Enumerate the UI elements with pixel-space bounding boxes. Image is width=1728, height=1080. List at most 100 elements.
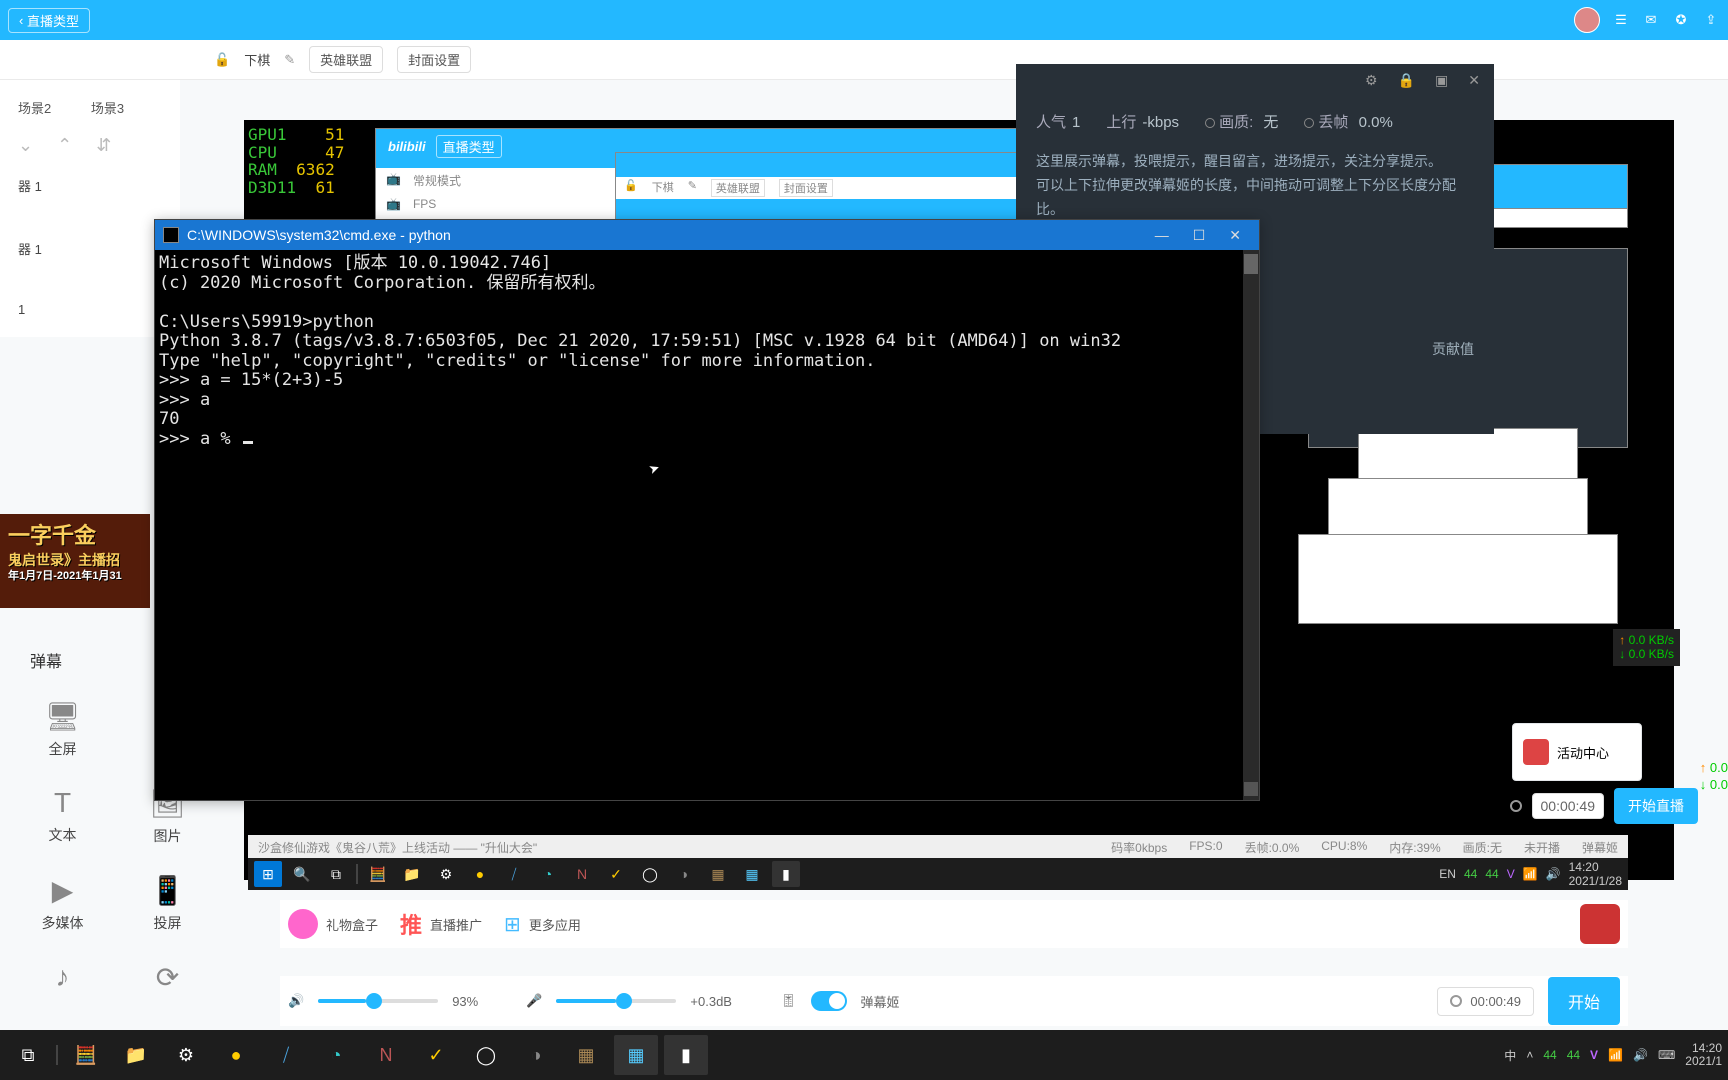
onenote-icon[interactable]: N [364, 1035, 408, 1075]
tab-contribution[interactable]: 贡献值 [1432, 339, 1474, 359]
edge-icon[interactable]: ◔ [314, 1035, 358, 1075]
settings-icon[interactable]: ⚙ [432, 861, 460, 887]
more-apps-button[interactable]: ⊞更多应用 [504, 912, 581, 937]
tab-chess[interactable]: 下棋 [244, 50, 270, 69]
start-stream-button[interactable]: 开始直播 [1614, 788, 1698, 824]
settings-icon[interactable]: ⚙ [164, 1035, 208, 1075]
promo-row: 礼物盒子 推直播推广 ⊞更多应用 [280, 900, 1628, 948]
equalizer-icon[interactable]: 🎚 [780, 993, 797, 1009]
volume-slider[interactable] [318, 999, 438, 1003]
app-icon[interactable]: ◑ [514, 1035, 558, 1075]
explorer-icon[interactable]: 📁 [398, 861, 426, 887]
cmd-icon[interactable]: ▮ [772, 861, 800, 887]
explorer-icon[interactable]: 📁 [114, 1035, 158, 1075]
cmd-body[interactable]: Microsoft Windows [版本 10.0.19042.746] (c… [155, 250, 1259, 493]
bilibili-icon[interactable]: ▦ [614, 1035, 658, 1075]
app-icon[interactable]: ● [466, 861, 494, 887]
timer-value: 00:00:49 [1532, 793, 1605, 819]
avatar[interactable] [1574, 7, 1600, 33]
medal-icon[interactable]: ✪ [1672, 11, 1690, 29]
edge-icon[interactable]: ◔ [534, 861, 562, 887]
scroll-thumb[interactable] [1244, 254, 1258, 274]
windows-start-icon[interactable]: ⊞ [254, 861, 282, 887]
vscode-icon[interactable]: ⧸ [500, 861, 528, 887]
hero-league-button[interactable]: 英雄联盟 [309, 46, 383, 73]
menu-icon[interactable]: ☰ [1612, 11, 1630, 29]
chevron-up-icon[interactable]: ˄ [1526, 1048, 1533, 1062]
share-icon[interactable]: ⇪ [1702, 11, 1720, 29]
stream-type-button[interactable]: ‹ 直播类型 [8, 8, 90, 33]
activity-center[interactable]: 活动中心 [1512, 723, 1642, 781]
calculator-icon[interactable]: 🧮 [364, 861, 392, 887]
timer-value: 00:00:49 [1470, 994, 1521, 1009]
cmd-titlebar[interactable]: C:\WINDOWS\system32\cmd.exe - python — ☐… [155, 220, 1259, 250]
refresh-button[interactable]: ⟳ [115, 961, 220, 994]
scene-item[interactable]: 场景2 [0, 90, 69, 125]
volume-icon[interactable]: 🔊 [1633, 1048, 1648, 1062]
lock-icon[interactable]: 🔓 [214, 52, 230, 68]
danmu-toggle[interactable] [811, 991, 847, 1011]
chrome-icon[interactable]: ◯ [636, 861, 664, 887]
text-button[interactable]: T文本 [10, 787, 115, 846]
tool-sort-icon[interactable]: ⇵ [96, 135, 111, 156]
wifi-icon[interactable]: 📶 [1523, 867, 1538, 881]
calculator-icon[interactable]: 🧮 [64, 1035, 108, 1075]
cmd-icon[interactable]: ▮ [664, 1035, 708, 1075]
promo-banner[interactable]: 一字千金 鬼启世录》主播招 年1月7日-2021年1月31 [0, 514, 150, 608]
wifi-icon[interactable]: 📶 [1608, 1048, 1623, 1062]
clock[interactable]: 14:20 2021/1 [1685, 1042, 1722, 1068]
stream-push-button[interactable]: 推直播推广 [400, 908, 482, 940]
ticktick-icon[interactable]: ✓ [414, 1035, 458, 1075]
music-button[interactable]: ♪ [10, 961, 115, 994]
volume-icon[interactable]: 🔊 [1546, 867, 1561, 881]
app-icon[interactable]: ▦ [564, 1035, 608, 1075]
lang-indicator[interactable]: 中 [1504, 1047, 1516, 1064]
tool-up-icon[interactable]: ⌃ [57, 135, 72, 156]
group1[interactable]: 器 1 [0, 166, 180, 205]
app-icon[interactable]: ▦ [704, 861, 732, 887]
onenote-icon[interactable]: N [568, 861, 596, 887]
taskview-icon[interactable]: ⧉ [322, 861, 350, 887]
mail-icon[interactable]: ✉ [1642, 11, 1660, 29]
ticktick-icon[interactable]: ✓ [602, 861, 630, 887]
edit-icon[interactable]: ✎ [284, 52, 295, 68]
fullscreen-button[interactable]: 🖥全屏 [10, 700, 115, 759]
keyboard-icon[interactable]: ⌨ [1658, 1048, 1675, 1062]
vscode-icon[interactable]: ⧸ [264, 1035, 308, 1075]
group1b[interactable]: 器 1 [0, 229, 180, 268]
gear-icon[interactable]: ⚙ [1365, 72, 1378, 89]
start-button[interactable]: 开始 [1548, 977, 1620, 1025]
maximize-icon[interactable]: ▣ [1435, 72, 1448, 89]
scroll-thumb[interactable] [1244, 782, 1258, 796]
app-icon[interactable]: ● [214, 1035, 258, 1075]
music-icon: ♪ [56, 961, 70, 993]
minimize-icon[interactable]: — [1155, 227, 1169, 244]
search-icon[interactable]: 🔍 [288, 861, 316, 887]
bilibili-icon[interactable]: ▦ [738, 861, 766, 887]
maximize-icon[interactable]: ☐ [1193, 227, 1206, 244]
close-icon[interactable]: ✕ [1468, 72, 1480, 89]
promo-square[interactable] [1580, 904, 1620, 944]
clock[interactable]: 14:20 2021/1/28 [1569, 860, 1622, 888]
activity-label: 活动中心 [1557, 743, 1609, 762]
close-icon[interactable]: ✕ [1229, 227, 1241, 244]
gain-slider[interactable] [556, 999, 676, 1003]
lock-icon[interactable]: 🔒 [1398, 72, 1415, 89]
app-icon[interactable]: ◑ [670, 861, 698, 887]
promo-big: 一字千金 [8, 522, 142, 551]
lang-indicator[interactable]: EN [1439, 867, 1456, 881]
gift-box-button[interactable]: 礼物盒子 [288, 909, 378, 939]
scene-item[interactable]: 场景3 [73, 90, 142, 125]
speaker-icon[interactable]: 🔊 [288, 993, 304, 1009]
chrome-icon[interactable]: ◯ [464, 1035, 508, 1075]
taskview-icon[interactable]: ⧉ [6, 1035, 50, 1075]
single1[interactable]: 1 [0, 292, 180, 327]
play-icon: ▶ [52, 874, 74, 907]
cover-settings-button[interactable]: 封面设置 [397, 46, 471, 73]
cast-button[interactable]: 📱投屏 [115, 874, 220, 933]
scrollbar[interactable] [1243, 250, 1259, 800]
cmd-window[interactable]: C:\WINDOWS\system32\cmd.exe - python — ☐… [154, 219, 1260, 801]
media-button[interactable]: ▶多媒体 [10, 874, 115, 933]
tool-down-icon[interactable]: ⌄ [18, 135, 33, 156]
mic-icon[interactable]: 🎤 [526, 993, 542, 1009]
